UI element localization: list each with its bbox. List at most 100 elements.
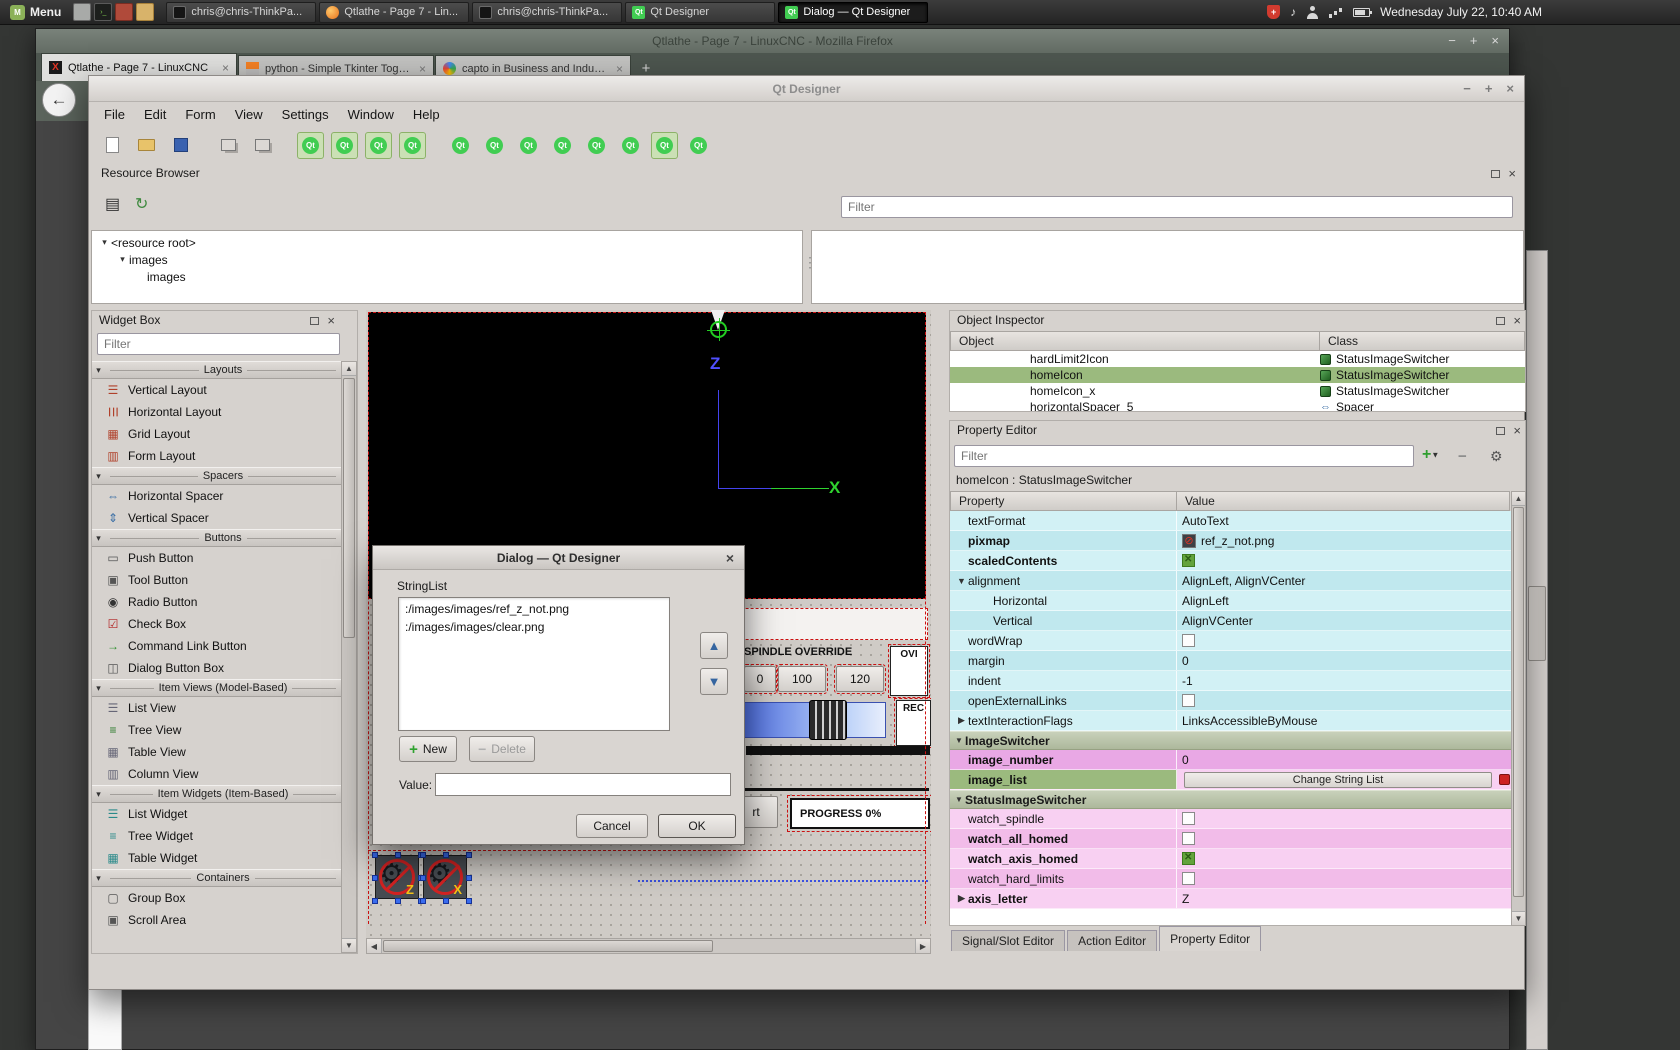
widget-category-header[interactable]: ▾Spacers [92,467,341,485]
widget-item[interactable]: Group Box [92,887,341,909]
selection-handle[interactable] [372,852,378,858]
stringlist-listbox[interactable]: :/images/images/ref_z_not.png:/images/im… [398,597,670,731]
scroll-right-icon[interactable]: ▶ [915,939,930,953]
widget-item[interactable]: Vertical Spacer [92,507,341,529]
ref-x-not-image[interactable]: ⚙ X [423,855,467,899]
property-editor-scrollbar[interactable]: ▲ ▼ [1511,491,1526,926]
widget-category-header[interactable]: ▾Item Widgets (Item-Based) [92,785,341,803]
menu-file[interactable]: File [104,107,125,122]
property-row[interactable]: watch_hard_limits [950,869,1512,889]
object-inspector-row[interactable]: horizontalSpacer_5⇔Spacer [950,399,1525,411]
column-object[interactable]: Object [950,331,1320,351]
edit-signals-slots-icon[interactable] [331,132,358,159]
paste-icon[interactable] [249,132,276,159]
back-button[interactable]: ← [42,83,76,117]
scrollbar-thumb[interactable] [1528,586,1546,661]
menu-edit[interactable]: Edit [144,107,166,122]
scroll-left-icon[interactable]: ◀ [367,939,382,953]
reload-icon[interactable]: ↻ [135,194,148,214]
resource-filter-input[interactable] [841,196,1513,218]
app-icon[interactable] [115,3,133,21]
widget-item[interactable]: Dialog Button Box [92,657,341,679]
selection-handle[interactable] [372,875,378,881]
selection-handle[interactable] [395,852,401,858]
widget-item[interactable]: Table Widget [92,847,341,869]
widget-category-header[interactable]: ▾Buttons [92,529,341,547]
tab-close-icon[interactable]: × [222,61,229,75]
widget-item[interactable]: Tree Widget [92,825,341,847]
terminal-icon[interactable] [94,3,112,21]
widget-item[interactable]: Grid Layout [92,423,341,445]
checkbox[interactable] [1182,832,1195,845]
property-row[interactable]: watch_all_homed [950,829,1512,849]
maximize-button[interactable]: + [1485,76,1493,102]
save-form-icon[interactable] [167,132,194,159]
object-inspector-row[interactable]: homeIcon_xStatusImageSwitcher [950,383,1525,399]
delete-button[interactable]: − Delete [469,736,535,762]
property-row[interactable]: wordWrap [950,631,1512,651]
resource-tree-item[interactable]: images [92,268,802,285]
widget-item[interactable]: Scroll Area [92,909,341,931]
scrollbar-thumb[interactable] [343,378,355,638]
widget-item[interactable]: Check Box [92,613,341,635]
property-row[interactable]: ▶axis_letterZ [950,889,1512,909]
new-button[interactable]: + New [399,736,457,762]
scroll-down-icon[interactable]: ▼ [1512,911,1525,925]
form-horizontal-scrollbar[interactable]: ◀ ▶ [366,938,931,954]
taskbar-window-button[interactable]: chris@chris-ThinkPa... [166,2,316,23]
stringlist-item[interactable]: :/images/images/clear.png [399,618,669,636]
user-icon[interactable] [1306,6,1319,19]
widget-box-filter-input[interactable] [97,333,340,355]
tab-close-icon[interactable]: × [419,62,426,76]
folder-icon[interactable] [136,3,154,21]
dock-float-icon[interactable] [1496,427,1505,435]
selection-handle[interactable] [466,898,472,904]
layout-vertical-icon[interactable] [481,132,508,159]
new-form-icon[interactable] [99,132,126,159]
override-button[interactable]: 120 [836,666,884,692]
network-icon[interactable] [1329,7,1343,18]
tab-action-editor[interactable]: Action Editor [1067,930,1157,951]
close-button[interactable]: × [1491,29,1499,53]
maximize-button[interactable]: + [1470,29,1478,53]
dock-close-icon[interactable]: × [327,314,335,327]
tab-signal-slot-editor[interactable]: Signal/Slot Editor [951,930,1065,951]
object-inspector-row[interactable]: hardLimit2IconStatusImageSwitcher [950,351,1525,367]
scroll-down-icon[interactable]: ▼ [342,938,356,952]
menu-window[interactable]: Window [348,107,394,122]
property-row[interactable]: image_number0 [950,750,1512,770]
scrollbar-thumb[interactable] [1513,507,1524,897]
move-up-button[interactable]: ▲ [700,632,728,659]
dock-close-icon[interactable]: × [1513,424,1521,437]
layout-horizontal-icon[interactable] [447,132,474,159]
property-row[interactable]: scaledContents [950,551,1512,571]
widget-box-scrollbar[interactable]: ▲ ▼ [341,361,357,953]
property-row[interactable]: HorizontalAlignLeft [950,591,1512,611]
dock-float-icon[interactable] [1491,170,1500,178]
minimize-button[interactable]: − [1448,29,1456,53]
dialog-titlebar[interactable]: Dialog — Qt Designer × [373,546,744,570]
property-section[interactable]: ▼ImageSwitcher [950,731,1512,750]
property-row[interactable]: textFormatAutoText [950,511,1512,531]
widget-item[interactable]: List Widget [92,803,341,825]
widget-item[interactable]: Column View [92,763,341,785]
menu-settings[interactable]: Settings [282,107,329,122]
taskbar-window-button[interactable]: chris@chris-ThinkPa... [472,2,622,23]
scroll-up-icon[interactable]: ▲ [1512,492,1525,506]
menu-help[interactable]: Help [413,107,440,122]
widget-item[interactable]: Table View [92,741,341,763]
property-row[interactable]: ▶textInteractionFlagsLinksAccessibleByMo… [950,711,1512,731]
override-button[interactable]: 100 [778,666,826,692]
property-row[interactable]: image_listChange String List [950,770,1512,790]
menu-form[interactable]: Form [185,107,215,122]
checkbox[interactable] [1182,694,1195,707]
property-row[interactable]: watch_axis_homed [950,849,1512,869]
configure-property-editor-icon[interactable]: ⚙ [1490,448,1503,465]
column-value[interactable]: Value [1177,491,1510,511]
update-shield-icon[interactable] [1267,5,1280,19]
widget-item[interactable]: Tree View [92,719,341,741]
resource-edit-icon[interactable]: ▤ [105,194,120,214]
add-dynamic-property-button[interactable]: +▼ [1422,446,1439,464]
property-filter-input[interactable] [954,445,1414,467]
resource-tree-item[interactable]: ▾images [92,251,802,268]
